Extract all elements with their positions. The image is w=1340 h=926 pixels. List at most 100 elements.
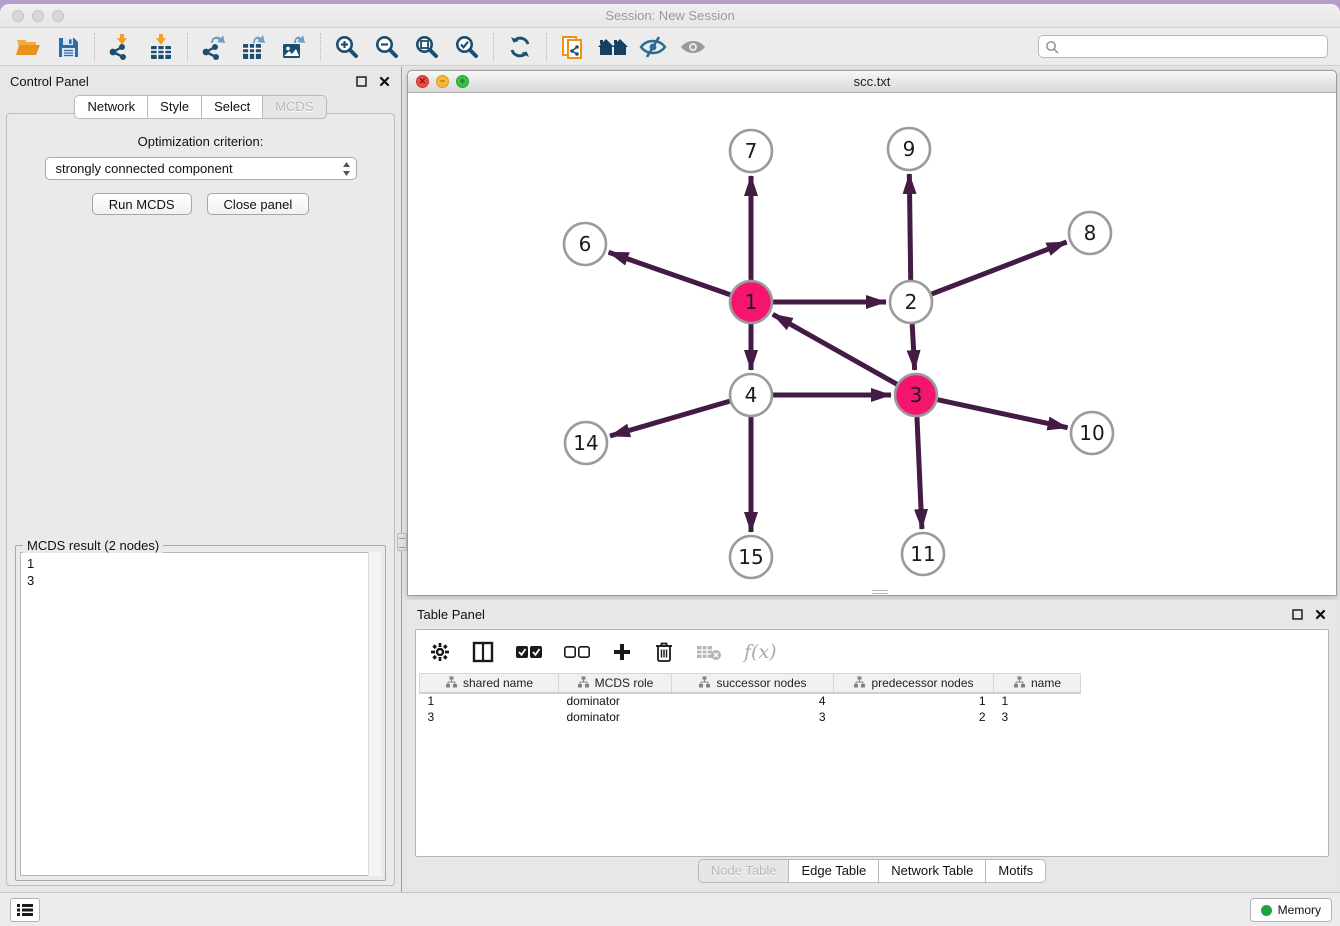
edge-3-10[interactable] (938, 400, 1068, 428)
graph-node-14[interactable]: 14 (565, 422, 607, 464)
column-header-successor-nodes[interactable]: successor nodes (672, 674, 834, 693)
save-session-icon[interactable] (48, 31, 88, 63)
table-cell[interactable]: 1 (420, 693, 559, 709)
table-panel-title: Table Panel (417, 607, 485, 622)
result-scrollbar[interactable] (368, 552, 381, 876)
search-icon (1045, 40, 1059, 54)
list-icon (17, 903, 33, 917)
tab-network[interactable]: Network (74, 95, 147, 119)
select-all-icon[interactable] (516, 645, 542, 659)
memory-label: Memory (1278, 903, 1321, 917)
graph-node-7[interactable]: 7 (730, 130, 772, 172)
tab-network-table[interactable]: Network Table (878, 859, 985, 883)
zoom-fit-icon[interactable] (407, 31, 447, 63)
close-table-panel-icon[interactable] (1313, 607, 1327, 621)
table-cell[interactable]: 3 (672, 709, 834, 725)
table-cell[interactable]: 2 (834, 709, 994, 725)
clone-network-icon[interactable] (553, 31, 593, 63)
delete-column-icon[interactable] (654, 641, 674, 663)
tab-edge-table[interactable]: Edge Table (788, 859, 878, 883)
node-label: 14 (573, 431, 598, 455)
table-cell[interactable]: 3 (420, 709, 559, 725)
table-cell[interactable]: 4 (672, 693, 834, 709)
task-history-button[interactable] (10, 898, 40, 922)
column-header-shared-name[interactable]: shared name (420, 674, 559, 693)
panel-splitter-handle[interactable] (397, 533, 407, 551)
column-header-predecessor-nodes[interactable]: predecessor nodes (834, 674, 994, 693)
add-column-icon[interactable] (612, 642, 632, 662)
home-view-icon[interactable] (593, 31, 633, 63)
open-file-icon[interactable] (8, 31, 48, 63)
graph-node-15[interactable]: 15 (730, 536, 772, 578)
table-row[interactable]: 3dominator323 (420, 709, 1081, 725)
network-view-window: ✕ − + scc.txt 7 9 6 8 1 2 4 3 14 10 15 11 (407, 70, 1337, 596)
import-network-icon[interactable] (101, 31, 141, 63)
table-cell[interactable]: 3 (994, 709, 1081, 725)
export-image-icon[interactable] (274, 31, 314, 63)
node-label: 4 (745, 383, 758, 407)
export-network-icon[interactable] (194, 31, 234, 63)
close-panel-button[interactable]: Close panel (207, 193, 310, 215)
import-table-icon[interactable] (141, 31, 181, 63)
search-box[interactable] (1038, 35, 1328, 58)
memory-button[interactable]: Memory (1250, 898, 1332, 922)
zoom-in-icon[interactable] (327, 31, 367, 63)
zoom-out-icon[interactable] (367, 31, 407, 63)
table-cell[interactable]: 1 (994, 693, 1081, 709)
unselect-all-icon[interactable] (564, 645, 590, 659)
run-mcds-button[interactable]: Run MCDS (92, 193, 192, 215)
graph-node-1[interactable]: 1 (730, 281, 772, 323)
column-header-MCDS-role[interactable]: MCDS role (559, 674, 672, 693)
column-header-name[interactable]: name (994, 674, 1081, 693)
window-title: Session: New Session (0, 8, 1340, 23)
node-table[interactable]: shared nameMCDS rolesuccessor nodesprede… (419, 673, 1081, 725)
table-cell[interactable]: dominator (559, 709, 672, 725)
mcds-result-text[interactable]: 13 (20, 552, 381, 876)
window-resize-grip[interactable] (872, 590, 888, 594)
hide-selected-icon[interactable] (633, 31, 673, 63)
application-window: Session: New Session (0, 4, 1340, 926)
tab-motifs[interactable]: Motifs (985, 859, 1046, 883)
show-columns-icon[interactable] (472, 641, 494, 663)
graph-node-4[interactable]: 4 (730, 374, 772, 416)
edge-1-6[interactable] (609, 252, 731, 294)
node-label: 1 (745, 290, 758, 314)
edge-3-11[interactable] (917, 417, 922, 529)
table-cell[interactable]: 1 (834, 693, 994, 709)
tab-select[interactable]: Select (201, 95, 262, 119)
graph-node-2[interactable]: 2 (890, 281, 932, 323)
control-panel-tabs: NetworkStyleSelectMCDS (0, 95, 401, 119)
tab-mcds[interactable]: MCDS (262, 95, 326, 119)
table-options-icon[interactable] (430, 642, 450, 662)
refresh-icon[interactable] (500, 31, 540, 63)
graph-node-10[interactable]: 10 (1071, 412, 1113, 454)
table-cell[interactable]: dominator (559, 693, 672, 709)
delete-table-icon (696, 643, 722, 661)
edge-2-8[interactable] (932, 242, 1067, 294)
edge-2-3[interactable] (912, 324, 914, 370)
zoom-selected-icon[interactable] (447, 31, 487, 63)
edge-4-14[interactable] (610, 401, 730, 436)
network-window-titlebar[interactable]: ✕ − + scc.txt (408, 71, 1336, 93)
edge-3-1[interactable] (773, 314, 897, 384)
edge-2-9[interactable] (909, 174, 910, 280)
node-label: 7 (745, 139, 758, 163)
table-row[interactable]: 1dominator411 (420, 693, 1081, 709)
export-table-icon[interactable] (234, 31, 274, 63)
tab-style[interactable]: Style (147, 95, 201, 119)
graph-node-6[interactable]: 6 (564, 223, 606, 265)
graph-node-8[interactable]: 8 (1069, 212, 1111, 254)
float-panel-icon[interactable] (354, 74, 368, 88)
criterion-dropdown[interactable]: strongly connected component (45, 157, 357, 180)
graph-node-9[interactable]: 9 (888, 128, 930, 170)
tree-icon (1013, 676, 1026, 690)
float-table-panel-icon[interactable] (1290, 607, 1304, 621)
graph-node-3[interactable]: 3 (895, 374, 937, 416)
network-canvas[interactable]: 7 9 6 8 1 2 4 3 14 10 15 11 (408, 93, 1336, 595)
graph-node-11[interactable]: 11 (902, 533, 944, 575)
tab-node-table[interactable]: Node Table (698, 859, 789, 883)
search-input[interactable] (1064, 40, 1321, 54)
show-all-icon[interactable] (673, 31, 713, 63)
network-graph[interactable]: 7 9 6 8 1 2 4 3 14 10 15 11 (408, 93, 1336, 595)
close-panel-icon[interactable] (377, 74, 391, 88)
